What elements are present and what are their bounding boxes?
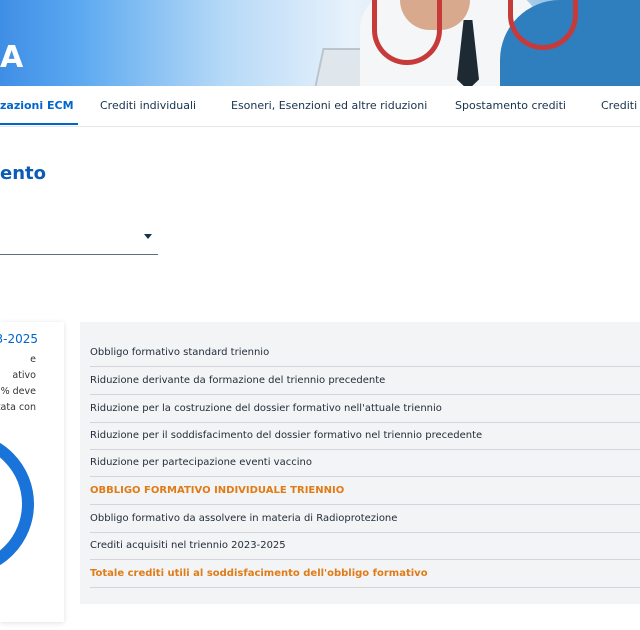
table-row-total-obbligo: OBBLIGO FORMATIVO INDIVIDUALE TRIENNIO (90, 477, 640, 505)
card-text-line: il 40% deve (0, 386, 36, 397)
tab-crediti-individuali[interactable]: Crediti individuali (100, 86, 196, 126)
active-tab-indicator (0, 123, 78, 125)
card-title: 3-2025 (0, 332, 38, 346)
table-row: Riduzione per il soddisfacimento del dos… (90, 422, 640, 450)
table-row-total-crediti: Totale crediti utili al soddisfacimento … (90, 560, 640, 588)
obbligo-table: Obbligo formativo standard triennio Ridu… (80, 322, 640, 604)
table-row: Obbligo formativo standard triennio (90, 339, 640, 367)
table-row: Obbligo formativo da assolvere in materi… (90, 505, 640, 533)
triennio-select[interactable] (0, 222, 158, 255)
tab-bar: zazioni ECM Crediti individuali Esoneri,… (0, 86, 640, 127)
table-row: Crediti acquisiti nel triennio 2023-2025 (90, 532, 640, 560)
header-banner: A (0, 0, 640, 86)
table-row: Riduzione derivante da formazione del tr… (90, 367, 640, 395)
chevron-down-icon (144, 234, 152, 239)
card-text-line: tata con (0, 402, 36, 413)
banner-title: A (0, 40, 25, 75)
table-row: Riduzione per partecipazione eventi vacc… (90, 449, 640, 477)
table-row: Riduzione per la costruzione del dossier… (90, 395, 640, 423)
tab-esoneri-esenzioni[interactable]: Esoneri, Esenzioni ed altre riduzioni (231, 86, 427, 126)
tab-spostamento-crediti[interactable]: Spostamento crediti (455, 86, 566, 126)
card-text-line: ativo (12, 370, 36, 381)
card-text-line: e (30, 354, 36, 365)
section-title: ento (0, 163, 46, 184)
tab-situazioni-ecm[interactable]: zazioni ECM (0, 86, 74, 126)
summary-card: 3-2025 e ativo il 40% deve tata con (0, 322, 64, 622)
progress-ring-chart (0, 432, 34, 576)
tab-crediti-more[interactable]: Crediti r (601, 86, 640, 126)
